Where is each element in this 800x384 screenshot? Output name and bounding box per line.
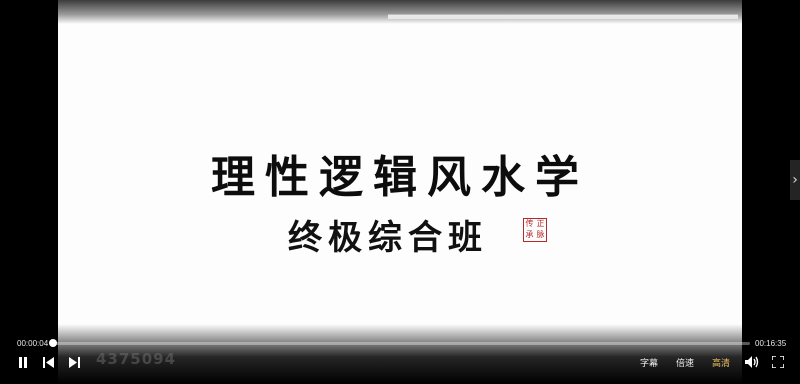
seal-stamp: 传 正 承 脉 bbox=[523, 218, 547, 242]
top-shade bbox=[58, 0, 742, 24]
pause-button[interactable] bbox=[16, 354, 30, 370]
seal-char: 传 bbox=[525, 219, 534, 228]
pause-icon bbox=[19, 356, 27, 368]
quality-button[interactable]: 高清 bbox=[712, 356, 730, 369]
next-button[interactable] bbox=[67, 354, 81, 370]
watermark: 4375094 bbox=[96, 350, 177, 368]
seal-char: 脉 bbox=[536, 230, 545, 239]
progress-handle[interactable] bbox=[48, 339, 57, 347]
previous-button[interactable] bbox=[41, 354, 55, 370]
volume-icon bbox=[745, 356, 759, 368]
seal-char: 正 bbox=[536, 219, 545, 228]
total-time: 00:16:35 bbox=[755, 339, 787, 348]
previous-icon bbox=[42, 356, 54, 368]
slide-title: 理性逻辑风水学 bbox=[211, 152, 589, 203]
current-time: 00:00:04 bbox=[17, 339, 49, 348]
speed-button[interactable]: 倍速 bbox=[676, 356, 694, 369]
next-icon bbox=[68, 356, 80, 368]
chevron-right-icon: › bbox=[792, 172, 798, 188]
top-bar-strip bbox=[388, 14, 738, 19]
volume-button[interactable] bbox=[744, 354, 760, 370]
slide-subtitle: 终极综合班 bbox=[288, 218, 488, 258]
subtitle-button[interactable]: 字幕 bbox=[640, 356, 658, 369]
progress-bar[interactable] bbox=[48, 339, 750, 347]
next-panel-button[interactable]: › bbox=[790, 160, 800, 200]
seal-char: 承 bbox=[525, 230, 534, 239]
fullscreen-icon bbox=[772, 356, 784, 368]
fullscreen-button[interactable] bbox=[770, 354, 786, 370]
